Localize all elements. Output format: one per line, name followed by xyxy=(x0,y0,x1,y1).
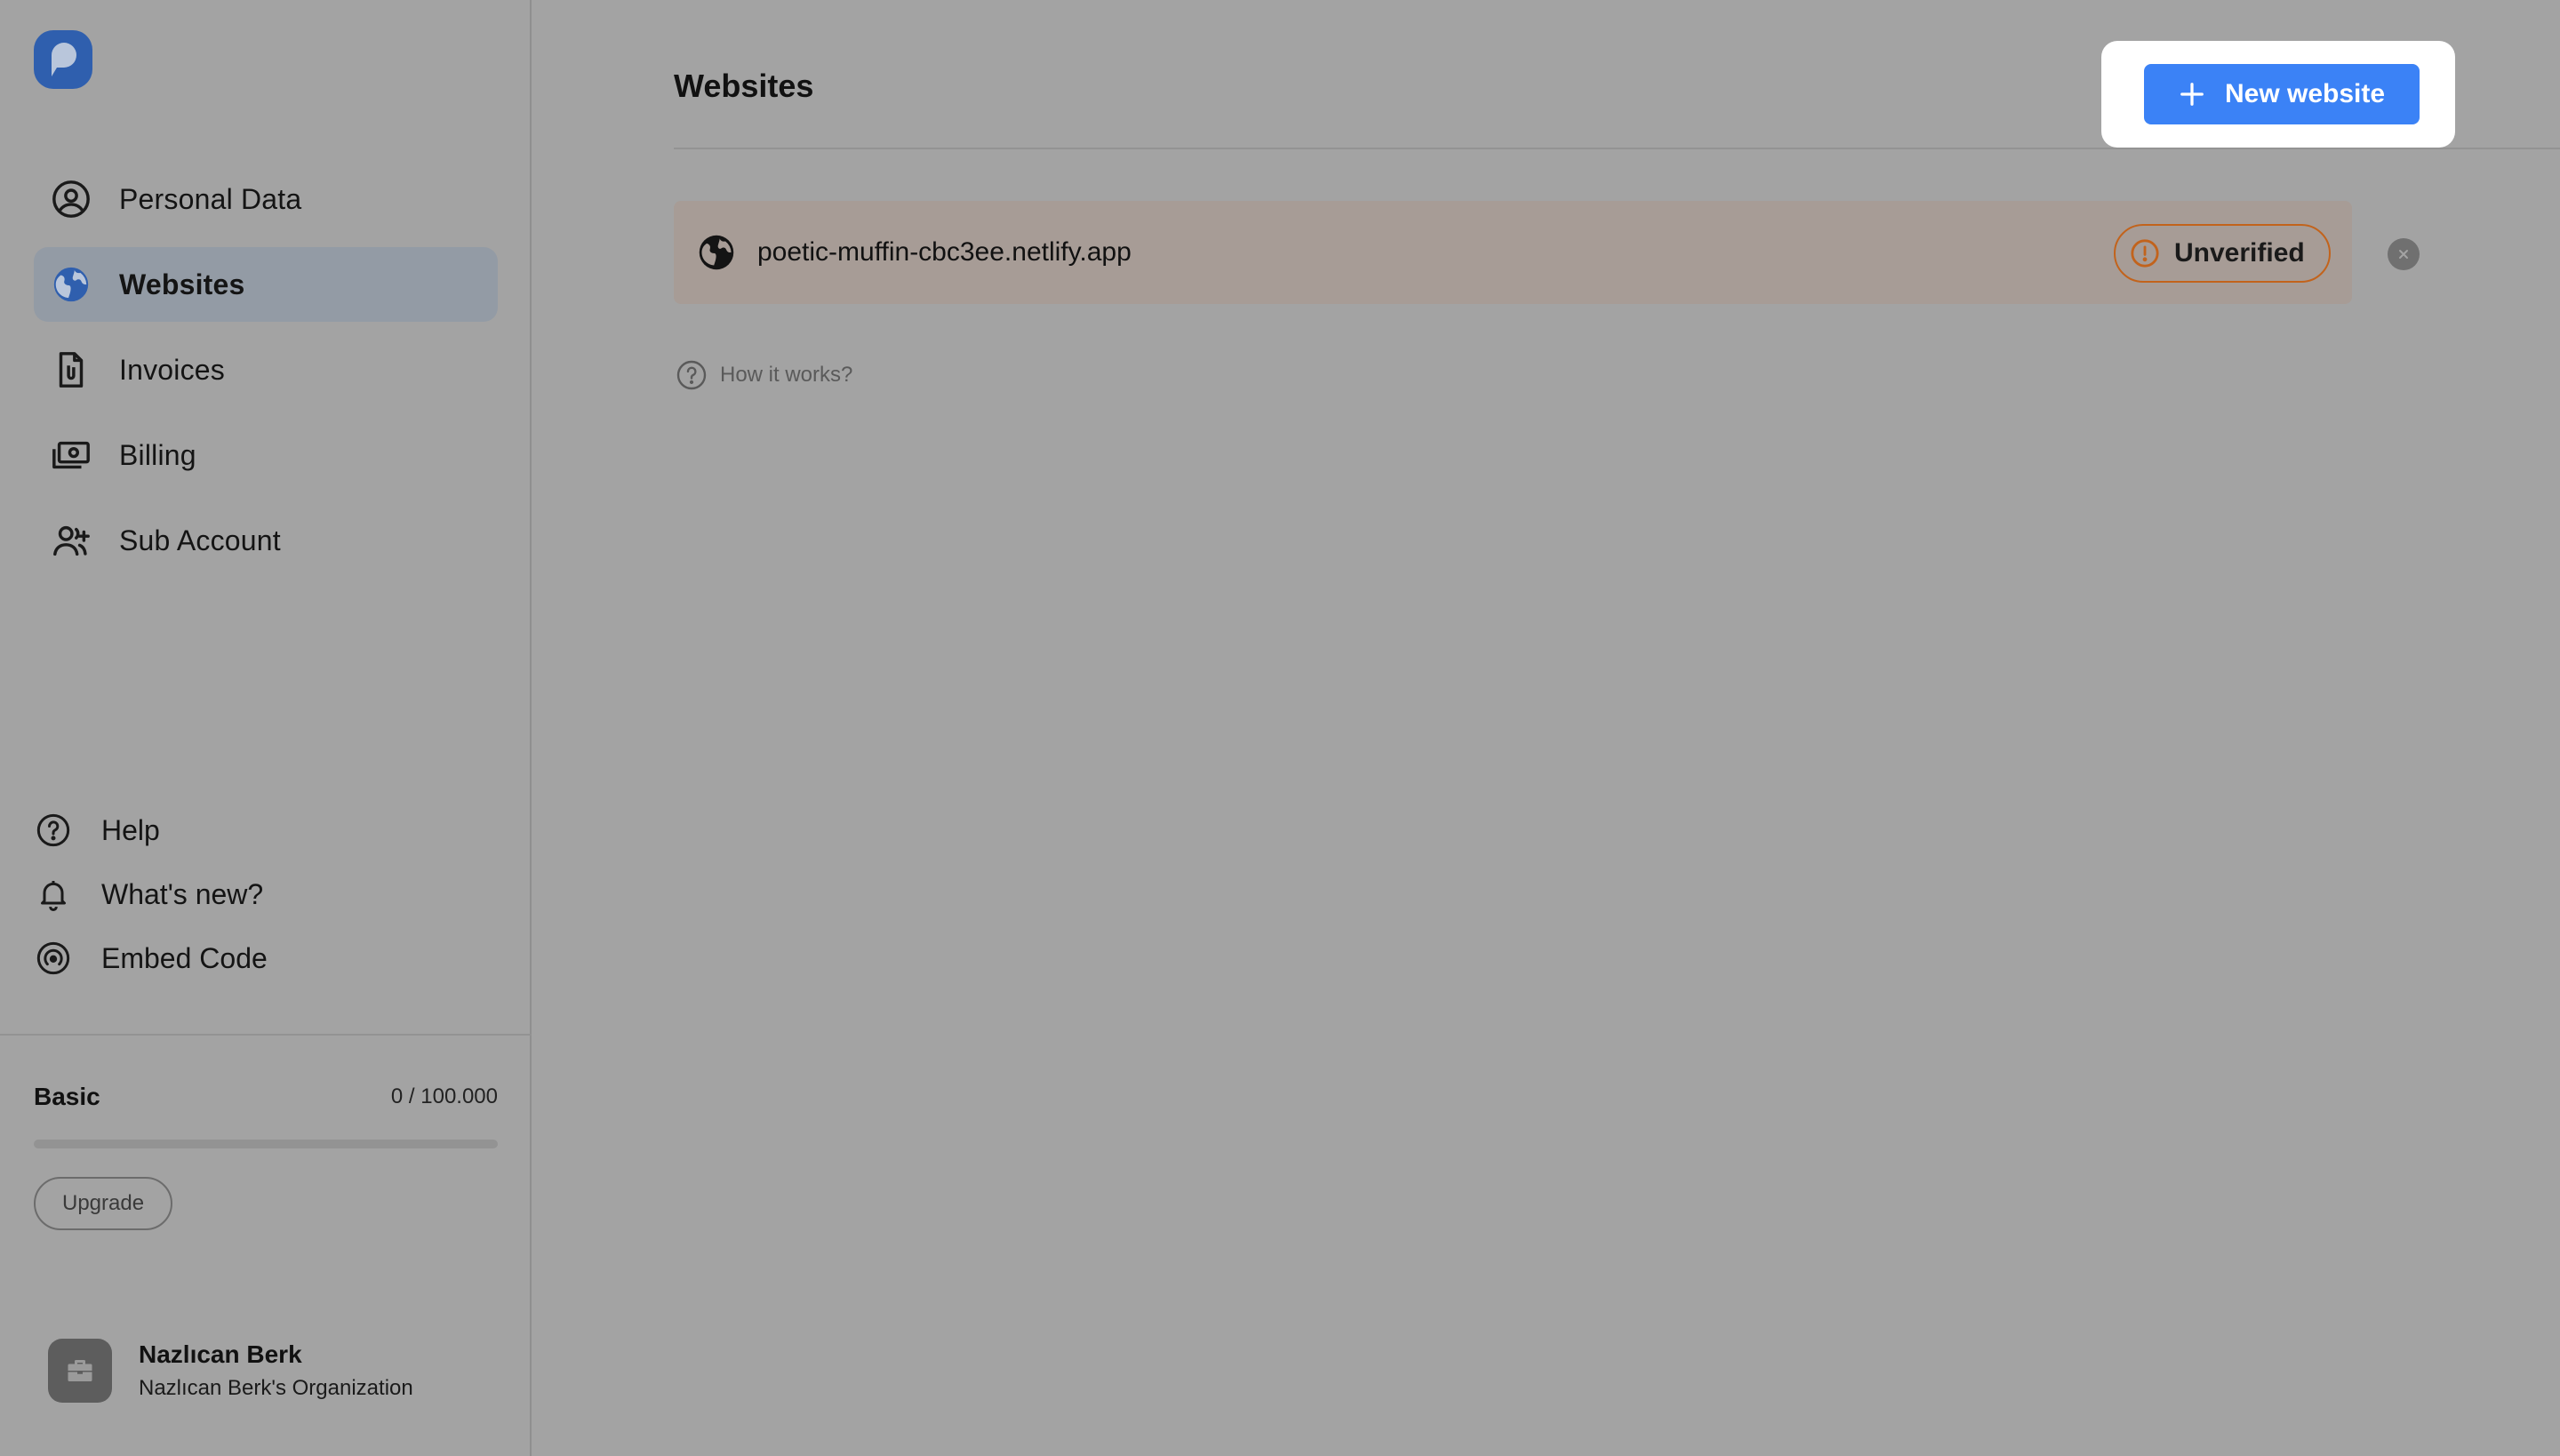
sidebar-divider xyxy=(0,1034,532,1036)
plan-panel: Basic 0 / 100.000 Upgrade xyxy=(34,1083,498,1230)
plan-name: Basic xyxy=(34,1083,100,1110)
sidebar: Personal Data Websites Invoices Billing … xyxy=(0,0,532,1456)
sidebar-item-embed-code[interactable]: Embed Code xyxy=(34,926,498,990)
globe-icon xyxy=(50,263,92,306)
website-row[interactable]: poetic-muffin-cbc3ee.netlify.app Unverif… xyxy=(674,201,2352,304)
sidebar-secondary-nav: Help What's new? Embed Code xyxy=(34,798,498,990)
question-circle-icon xyxy=(34,811,73,850)
plus-icon xyxy=(2180,83,2204,106)
exclamation-circle-icon xyxy=(2131,239,2159,268)
sidebar-item-label: Help xyxy=(101,813,160,846)
sidebar-item-label: Invoices xyxy=(119,353,225,386)
globe-icon xyxy=(699,235,734,270)
user-profile[interactable]: Nazlıcan Berk Nazlıcan Berk's Organizati… xyxy=(48,1339,413,1403)
sidebar-item-label: Personal Data xyxy=(119,182,302,215)
user-organization: Nazlıcan Berk's Organization xyxy=(139,1376,413,1400)
brand-logo-icon[interactable] xyxy=(34,30,92,89)
new-website-label: New website xyxy=(2224,79,2386,108)
status-badge-label: Unverified xyxy=(2174,238,2305,268)
user-name: Nazlıcan Berk xyxy=(139,1340,302,1368)
usage-progress-bar xyxy=(34,1140,498,1148)
user-circle-icon xyxy=(50,178,92,220)
bell-icon xyxy=(34,875,73,914)
plan-usage: 0 / 100.000 xyxy=(390,1084,498,1108)
sidebar-item-label: Websites xyxy=(119,268,245,300)
user-add-icon xyxy=(50,519,92,562)
sidebar-item-label: Embed Code xyxy=(101,941,268,974)
sidebar-item-invoices[interactable]: Invoices xyxy=(34,332,498,407)
sidebar-item-whats-new[interactable]: What's new? xyxy=(34,862,498,926)
sidebar-item-websites[interactable]: Websites xyxy=(34,247,498,322)
close-icon xyxy=(2399,250,2408,259)
new-website-button[interactable]: New website xyxy=(2144,64,2420,124)
briefcase-icon xyxy=(48,1339,112,1403)
sidebar-item-help[interactable]: Help xyxy=(34,798,498,862)
website-url: poetic-muffin-cbc3ee.netlify.app xyxy=(757,237,1132,267)
sidebar-item-sub-account[interactable]: Sub Account xyxy=(34,503,498,578)
sidebar-item-personal-data[interactable]: Personal Data xyxy=(34,162,498,236)
page-title: Websites xyxy=(674,68,814,104)
sidebar-item-billing[interactable]: Billing xyxy=(34,418,498,492)
question-circle-icon xyxy=(676,360,707,390)
main-content: Websites New website poetic-muffin-cbc3e… xyxy=(532,0,2560,1456)
spotlight-highlight: New website xyxy=(2101,41,2455,148)
app-window: Personal Data Websites Invoices Billing … xyxy=(0,0,2560,1456)
sidebar-nav: Personal Data Websites Invoices Billing … xyxy=(34,162,498,588)
sidebar-item-label: Billing xyxy=(119,438,196,471)
signal-icon xyxy=(34,939,73,978)
status-badge: Unverified xyxy=(2114,224,2331,283)
how-it-works-label: How it works? xyxy=(720,363,853,387)
sidebar-item-label: Sub Account xyxy=(119,524,281,556)
how-it-works-link[interactable]: How it works? xyxy=(676,359,852,391)
cash-icon xyxy=(50,434,92,476)
upgrade-button[interactable]: Upgrade xyxy=(34,1177,173,1230)
sidebar-item-label: What's new? xyxy=(101,877,264,910)
remove-website-button[interactable] xyxy=(2388,238,2420,270)
title-divider xyxy=(674,148,2560,149)
document-clip-icon xyxy=(50,348,92,391)
